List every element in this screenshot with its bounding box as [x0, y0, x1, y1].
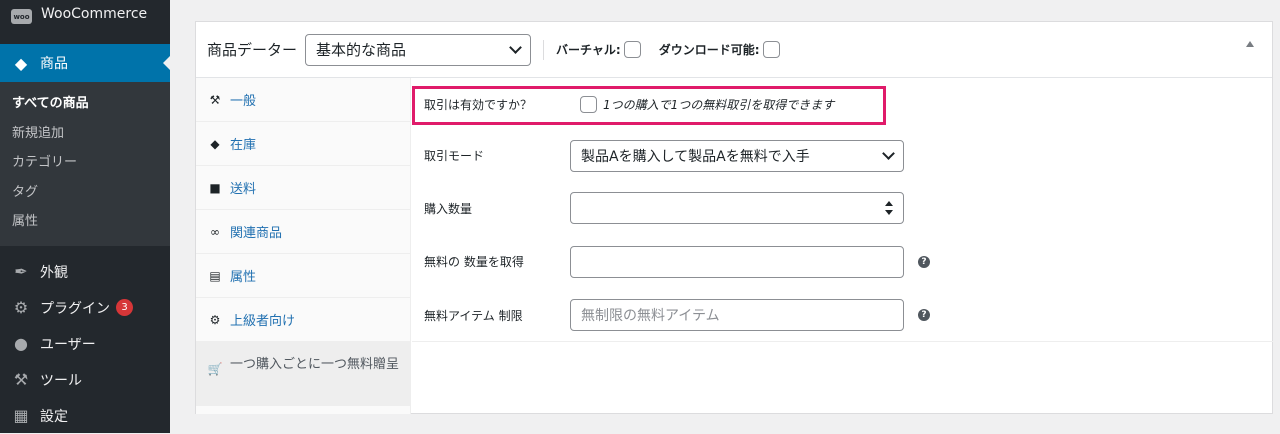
paintbrush-icon: ✒	[14, 262, 28, 281]
downloadable-checkbox[interactable]	[762, 41, 780, 58]
list-icon: ▤	[209, 268, 221, 283]
help-icon[interactable]: ?	[918, 255, 930, 268]
truck-icon: ■	[209, 180, 221, 195]
plugins-update-badge: 3	[116, 299, 133, 316]
menu-appearance[interactable]: ✒ 外観	[0, 254, 170, 290]
tab-attributes-label: 属性	[230, 270, 257, 285]
menu-settings-label: 設定	[40, 408, 68, 425]
wrench-icon: ⚒	[13, 370, 29, 389]
highlight-box	[412, 86, 886, 125]
settings-icon: ▦	[13, 406, 29, 425]
free-qty-input[interactable]	[570, 245, 904, 278]
product-data-title: 商品データー	[207, 41, 298, 59]
tab-linked-products[interactable]: ∞ 関連商品	[196, 210, 410, 254]
deal-mode-value: 製品Aを購入して製品Aを無料で入手	[581, 148, 810, 165]
tab-advanced[interactable]: ⚙ 上級者向け	[196, 298, 410, 342]
plug-icon: ⚙	[13, 298, 29, 317]
virtual-option[interactable]: バーチャル:	[556, 41, 641, 58]
deal-mode-row: 取引モード 製品Aを購入して製品Aを無料で入手	[412, 130, 1273, 181]
link-icon: ∞	[210, 224, 220, 239]
tab-shipping[interactable]: ■ 送料	[196, 166, 410, 210]
product-data-tabs: ⚒ 一般 ◆ 在庫 ■ 送料 ∞ 関連商品 ▤ 属性 ⚙ 上級者向け 🛒 一つ購…	[196, 78, 411, 414]
virtual-checkbox[interactable]	[623, 41, 641, 58]
purchase-qty-label: 購入数量	[424, 201, 473, 216]
cart-icon: 🛒	[207, 362, 223, 376]
tab-inventory[interactable]: ◆ 在庫	[196, 122, 410, 166]
submenu-tags[interactable]: タグ	[0, 178, 170, 208]
gear-icon: ⚙	[209, 312, 221, 327]
tab-shipping-label: 送料	[230, 182, 257, 197]
product-data-panel: 商品データー 基本的な商品 バーチャル: ダウンロード可能: ⚒ 一般 ◆ 在庫…	[195, 21, 1273, 414]
tab-buy-one-get-one[interactable]: 🛒 一つ購入ごとに一つ無料贈呈	[196, 342, 410, 406]
deal-mode-label: 取引モード	[424, 149, 485, 163]
wrench-icon: ⚒	[209, 92, 221, 107]
woocommerce-icon: woo	[11, 9, 32, 24]
options-divider	[412, 341, 1273, 342]
free-limit-row: 無料アイテム 制限 無制限の無料アイテム ?	[412, 288, 1273, 342]
product-data-header: 商品データー 基本的な商品 バーチャル: ダウンロード可能:	[196, 22, 1272, 78]
number-spinner-icon[interactable]	[885, 201, 893, 215]
deal-enabled-row: 取引は有効ですか？ 1つの購入で1つの無料取引を取得できます	[412, 78, 1273, 130]
tab-general-label: 一般	[230, 94, 257, 109]
product-type-value: 基本的な商品	[316, 41, 407, 59]
user-icon: ●	[14, 334, 28, 353]
menu-plugins-label: プラグイン	[40, 300, 110, 317]
header-divider	[543, 39, 545, 60]
box-icon: ◆	[14, 53, 28, 73]
collapse-arrow-icon[interactable]	[1246, 41, 1254, 47]
menu-woocommerce-label: WooCommerce	[41, 6, 148, 22]
tab-inventory-label: 在庫	[230, 138, 257, 153]
submenu-add-new[interactable]: 新規追加	[0, 119, 170, 149]
downloadable-label: ダウンロード可能:	[658, 43, 760, 57]
virtual-label: バーチャル:	[556, 43, 621, 57]
free-limit-placeholder: 無制限の無料アイテム	[581, 308, 720, 324]
menu-products-label: 商品	[40, 56, 68, 72]
menu-users[interactable]: ● ユーザー	[0, 326, 170, 362]
tab-buy-one-get-one-label: 一つ購入ごとに一つ無料贈呈	[230, 357, 400, 372]
downloadable-option[interactable]: ダウンロード可能:	[659, 41, 780, 58]
menu-users-label: ユーザー	[40, 336, 96, 353]
tab-attributes[interactable]: ▤ 属性	[196, 254, 410, 298]
tab-advanced-label: 上級者向け	[230, 314, 296, 329]
product-type-select[interactable]: 基本的な商品	[305, 33, 532, 66]
menu-tools[interactable]: ⚒ ツール	[0, 362, 170, 398]
menu-plugins[interactable]: ⚙ プラグイン 3	[0, 290, 170, 326]
purchase-qty-input[interactable]	[570, 192, 904, 224]
menu-woocommerce[interactable]: woo WooCommerce	[0, 0, 170, 44]
free-qty-row: 無料の 数量を取得 ?	[412, 235, 1273, 288]
free-limit-label: 無料アイテム 制限	[424, 308, 523, 323]
deal-options: 取引は有効ですか？ 1つの購入で1つの無料取引を取得できます 取引モード 製品A…	[412, 78, 1273, 342]
chevron-down-icon	[882, 146, 895, 160]
purchase-qty-row: 購入数量	[412, 181, 1273, 235]
products-submenu: すべての商品 新規追加 カテゴリー タグ 属性	[0, 82, 170, 246]
tab-general[interactable]: ⚒ 一般	[196, 78, 410, 122]
menu-tools-label: ツール	[40, 372, 82, 389]
free-limit-input[interactable]: 無制限の無料アイテム	[570, 299, 904, 331]
submenu-categories[interactable]: カテゴリー	[0, 148, 170, 178]
chevron-down-icon	[509, 40, 522, 54]
submenu-attributes[interactable]: 属性	[0, 207, 170, 237]
free-qty-label: 無料の 数量を取得	[424, 255, 524, 269]
menu-products[interactable]: ◆ 商品	[0, 44, 171, 82]
admin-sidebar: woo WooCommerce ◆ 商品 すべての商品 新規追加 カテゴリー タ…	[0, 0, 171, 434]
menu-settings[interactable]: ▦ 設定	[0, 398, 170, 434]
tag-icon: ◆	[210, 136, 220, 151]
menu-appearance-label: 外観	[40, 264, 68, 281]
help-icon[interactable]: ?	[918, 309, 930, 321]
tab-linked-products-label: 関連商品	[230, 226, 283, 241]
submenu-all-products[interactable]: すべての商品	[0, 89, 170, 119]
deal-mode-select[interactable]: 製品Aを購入して製品Aを無料で入手	[570, 139, 904, 172]
